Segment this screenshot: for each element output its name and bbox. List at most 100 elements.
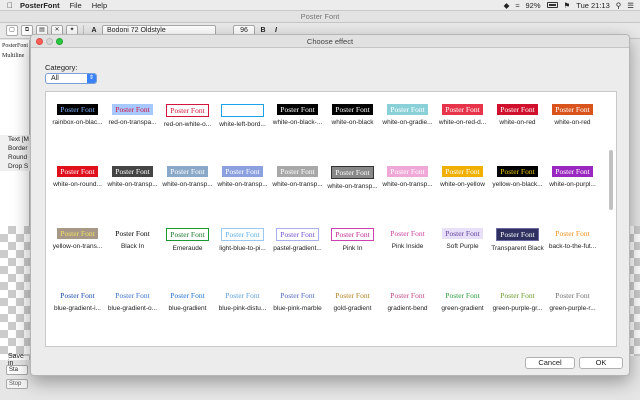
dropbox-icon[interactable]: ◆ xyxy=(504,1,510,10)
effect-item[interactable]: Poster Font white-on-gradie... xyxy=(380,102,435,164)
effect-label: blue-gradient-o... xyxy=(107,305,158,312)
effect-item[interactable]: Poster Font white-on-transp... xyxy=(160,164,215,226)
effect-label: blue-gradient xyxy=(168,305,207,312)
effect-item[interactable]: Poster Font Transparent Black xyxy=(490,226,545,288)
effect-item[interactable]: Poster Font white-on-red xyxy=(490,102,545,164)
effect-item[interactable]: Poster Font yellow-on-black... xyxy=(490,164,545,226)
menu-help[interactable]: Help xyxy=(92,1,107,10)
search-icon[interactable]: ⚲ xyxy=(616,1,622,10)
effect-label: white-on-gradie... xyxy=(382,119,433,126)
category-label: Category: xyxy=(45,63,78,72)
effect-item[interactable]: Poster Font rainbox-on-blac... xyxy=(50,102,105,164)
effect-preview: Poster Font xyxy=(277,290,318,301)
effect-label: white-on-transp... xyxy=(327,183,378,190)
effect-item[interactable]: Poster Font white-on-red xyxy=(545,102,600,164)
effect-item[interactable]: Poster Font white-on-black xyxy=(325,102,380,164)
cancel-button[interactable]: Cancel xyxy=(525,357,575,369)
effect-label: Transparent Black xyxy=(491,245,544,252)
effect-preview: Poster Font xyxy=(167,290,208,301)
effect-item[interactable]: Poster Font white-on-red-d... xyxy=(435,102,490,164)
effect-item[interactable]: Poster Font white-on-purpl... xyxy=(545,164,600,226)
effect-item[interactable]: Poster Font light-blue-to-pi... xyxy=(215,226,270,288)
effect-label: white-left-bord... xyxy=(219,121,266,128)
effect-preview: Poster Font xyxy=(442,228,483,239)
effect-item[interactable]: Poster Font back-to-the-fut... xyxy=(545,226,600,288)
start-button[interactable]: Sta xyxy=(6,365,28,375)
flag-icon[interactable]: ⚑ xyxy=(564,1,571,10)
effect-item[interactable]: Poster Font white-on-round... xyxy=(50,164,105,226)
effect-label: white-on-transp... xyxy=(162,181,213,188)
effect-preview: Poster Font xyxy=(277,104,318,115)
effect-label: Pink In xyxy=(342,245,363,252)
effect-item[interactable]: Poster Font white-left-bord... xyxy=(215,102,270,164)
effect-item[interactable]: Poster Font blue-pink-distu... xyxy=(215,288,270,346)
chevron-updown-icon: ⇕ xyxy=(87,74,96,83)
effect-item[interactable]: Poster Font Pink Inside xyxy=(380,226,435,288)
prop-drop-shadow[interactable]: Drop S xyxy=(8,162,30,171)
effect-label: blue-gradient-i... xyxy=(54,305,101,312)
effect-preview: Poster Font xyxy=(221,104,264,117)
effect-preview: Poster Font xyxy=(497,290,538,301)
battery-icon[interactable] xyxy=(546,2,558,8)
properties-list: Text [M Border Round Drop S xyxy=(0,135,30,171)
category-select[interactable]: All ⇕ xyxy=(45,73,97,84)
effect-item[interactable]: Poster Font pastel-gradient... xyxy=(270,226,325,288)
menu-list-icon[interactable]: ☰ xyxy=(627,1,634,10)
stop-button[interactable]: Stop xyxy=(6,379,28,389)
effect-label: white-on-black-... xyxy=(272,119,323,126)
effect-item[interactable]: Poster Font blue-pink-marble xyxy=(270,288,325,346)
apple-icon[interactable]:  xyxy=(0,1,20,10)
effect-label: red-on-transpa... xyxy=(108,119,157,126)
menu-file[interactable]: File xyxy=(70,1,82,10)
prop-text[interactable]: Text [M xyxy=(8,135,30,144)
effect-item[interactable]: Poster Font yellow-on-trans... xyxy=(50,226,105,288)
scroll-thumb[interactable] xyxy=(609,150,613,210)
effect-item[interactable]: Poster Font white-on-transp... xyxy=(105,164,160,226)
close-icon[interactable] xyxy=(36,38,43,45)
clock[interactable]: Tue 21:13 xyxy=(576,1,610,10)
effect-item[interactable]: Poster Font Soft Purple xyxy=(435,226,490,288)
category-value: All xyxy=(51,75,59,82)
scrollbar[interactable] xyxy=(608,96,614,342)
app-title: Poster Font xyxy=(0,11,640,23)
effect-item[interactable]: Poster Font white-on-transp... xyxy=(215,164,270,226)
effect-label: white-on-red xyxy=(499,119,536,126)
menu-app-name[interactable]: PosterFont xyxy=(20,1,60,10)
effect-item[interactable]: Poster Font Pink In xyxy=(325,226,380,288)
effect-item[interactable]: Poster Font Emeraude xyxy=(160,226,215,288)
effect-item[interactable]: Poster Font green-purple-gr... xyxy=(490,288,545,346)
effect-item[interactable]: Poster Font red-on-white-o... xyxy=(160,102,215,164)
effect-item[interactable]: Poster Font white-on-transp... xyxy=(380,164,435,226)
effect-preview: Poster Font xyxy=(387,290,428,301)
ok-button[interactable]: OK xyxy=(579,357,623,369)
effects-list[interactable]: Poster Font rainbox-on-blac... Poster Font… xyxy=(45,91,617,347)
effect-item[interactable]: Poster Font white-on-transp... xyxy=(270,164,325,226)
zoom-icon[interactable] xyxy=(56,38,63,45)
prop-border[interactable]: Border xyxy=(8,144,30,153)
effect-label: white-on-transp... xyxy=(272,181,323,188)
effect-item[interactable]: Poster Font blue-gradient-o... xyxy=(105,288,160,346)
effect-item[interactable]: Poster Font red-on-transpa... xyxy=(105,102,160,164)
effect-label: yellow-on-trans... xyxy=(52,243,103,250)
effect-item[interactable]: Poster Font white-on-yellow xyxy=(435,164,490,226)
effect-item[interactable]: Poster Font white-on-transp... xyxy=(325,164,380,226)
effect-item[interactable]: Poster Font Black In xyxy=(105,226,160,288)
effect-item[interactable]: Poster Font white-on-black-... xyxy=(270,102,325,164)
effect-item[interactable]: Poster Font blue-gradient xyxy=(160,288,215,346)
new-icon[interactable]: ▢ xyxy=(6,25,18,36)
minimize-icon xyxy=(46,38,53,45)
effect-item[interactable]: Poster Font green-gradient xyxy=(435,288,490,346)
preview-canvas xyxy=(0,226,30,356)
effect-label: Soft Purple xyxy=(446,243,479,250)
effect-preview: Poster Font xyxy=(332,290,373,301)
wifi-icon[interactable]: ≈ xyxy=(515,1,519,10)
prop-round[interactable]: Round xyxy=(8,153,30,162)
effect-preview: Poster Font xyxy=(112,290,153,301)
effect-label: light-blue-to-pi... xyxy=(219,245,266,252)
effect-item[interactable]: Poster Font gold-gradient xyxy=(325,288,380,346)
effect-label: gold-gradient xyxy=(333,305,372,312)
effect-item[interactable]: Poster Font blue-gradient-i... xyxy=(50,288,105,346)
effect-preview: Poster Font xyxy=(276,228,319,241)
effect-item[interactable]: Poster Font green-purple-r... xyxy=(545,288,600,346)
effect-item[interactable]: Poster Font gradient-bend xyxy=(380,288,435,346)
